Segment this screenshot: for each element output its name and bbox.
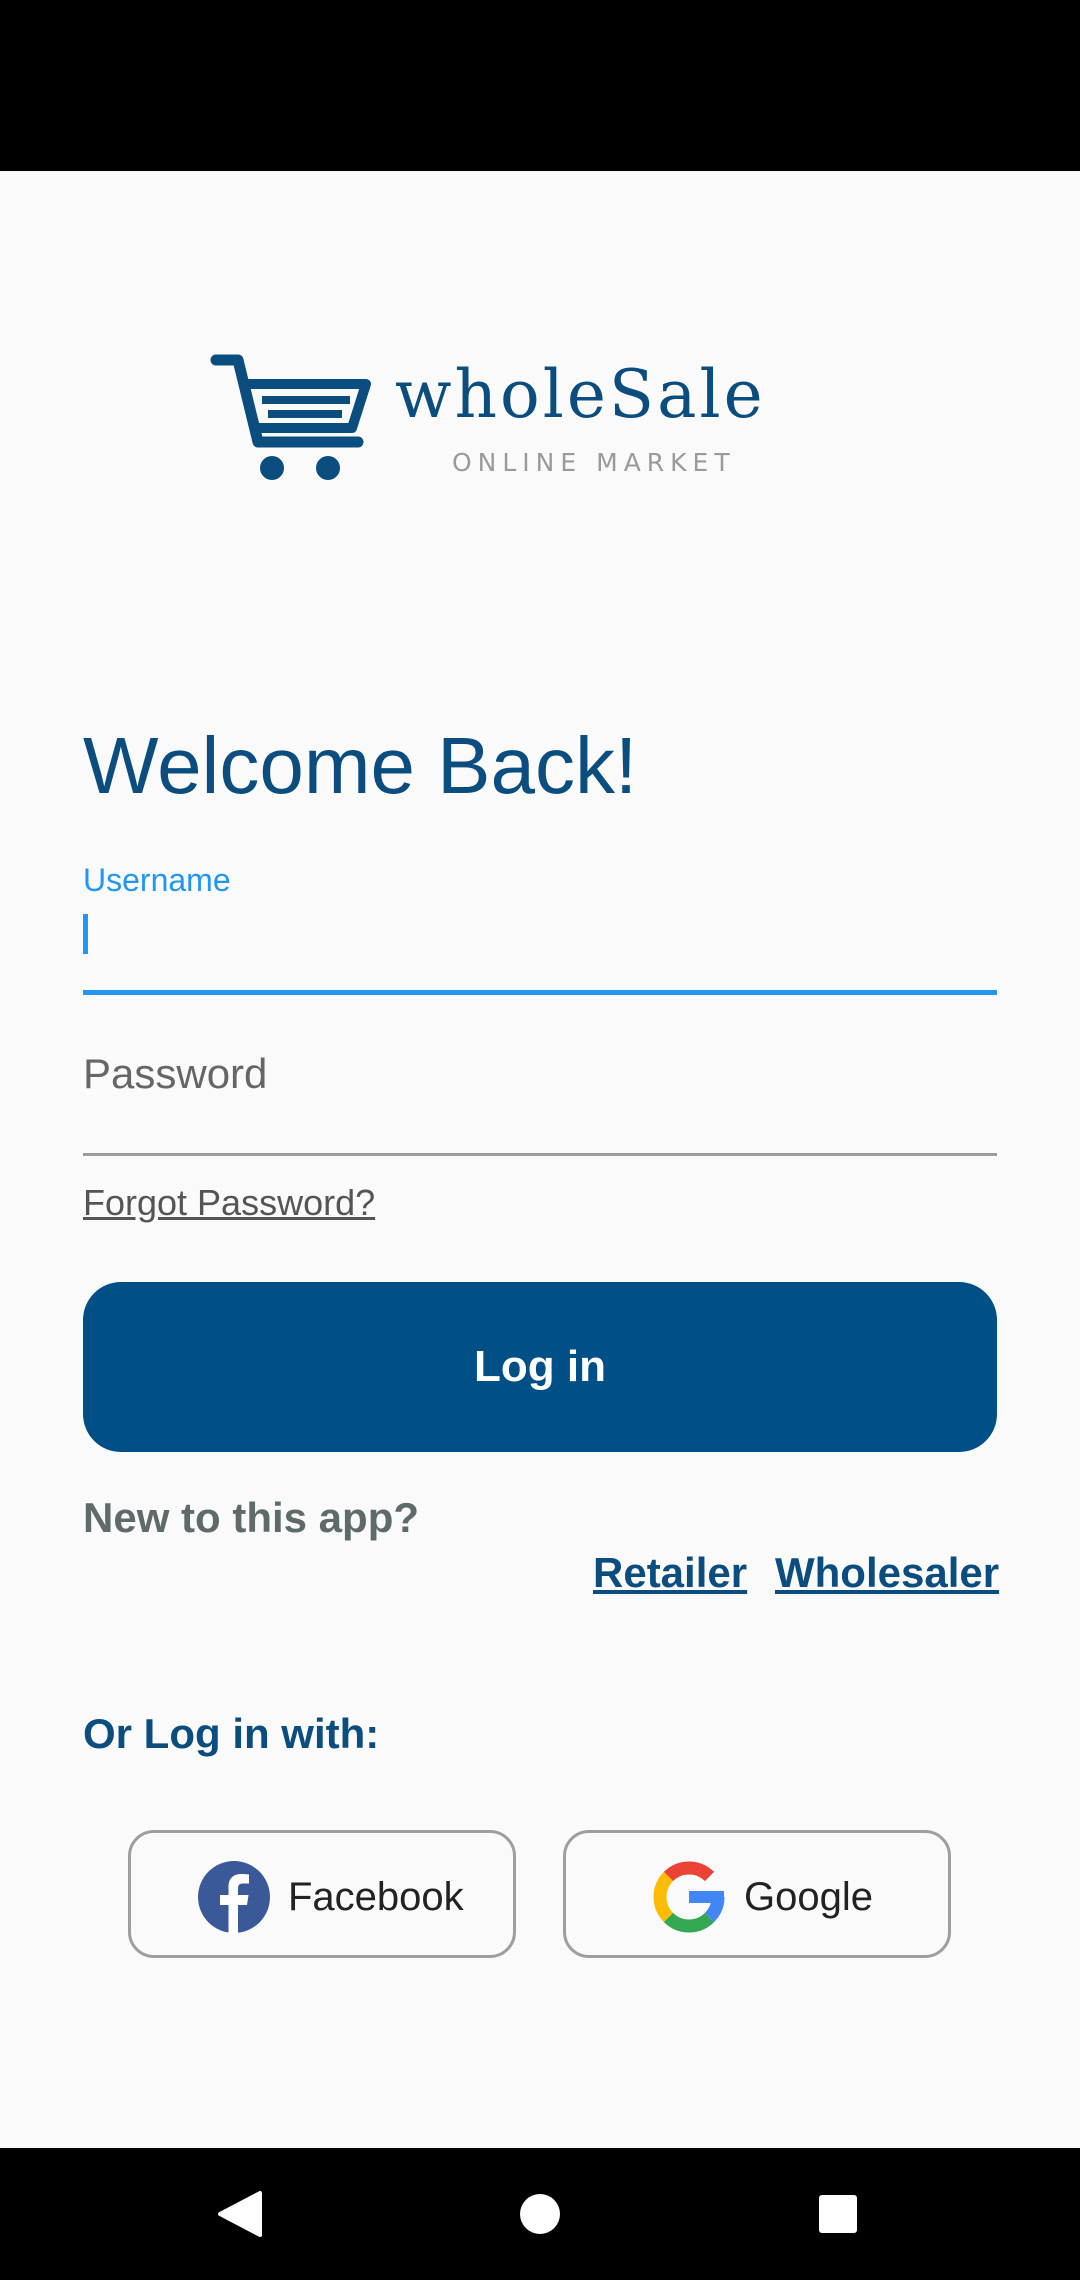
- google-icon: [653, 1861, 725, 1933]
- password-placeholder: Password: [83, 1050, 268, 1097]
- google-login-button[interactable]: Google: [563, 1830, 951, 1958]
- google-label: Google: [744, 1875, 873, 1919]
- page-title: Welcome Back!: [83, 721, 638, 810]
- back-triangle-icon: [218, 2191, 262, 2237]
- nav-home-button[interactable]: [480, 2148, 600, 2280]
- app-logo: wholeSale ONLINE MARKET: [210, 350, 810, 490]
- recent-square-icon: [819, 2195, 857, 2233]
- wholesaler-signup-link[interactable]: Wholesaler: [775, 1549, 999, 1597]
- text-cursor: [83, 914, 88, 954]
- username-label: Username: [83, 862, 231, 898]
- facebook-icon: [198, 1861, 270, 1933]
- facebook-label: Facebook: [288, 1875, 464, 1919]
- facebook-login-button[interactable]: Facebook: [128, 1830, 516, 1958]
- logo-wordmark: wholeSale: [395, 356, 766, 433]
- retailer-signup-link[interactable]: Retailer: [593, 1549, 747, 1597]
- username-input[interactable]: [83, 905, 997, 995]
- system-navigation-bar: [0, 2148, 1080, 2280]
- logo-tagline: ONLINE MARKET: [452, 448, 736, 477]
- social-login-heading: Or Log in with:: [83, 1710, 380, 1757]
- signup-prompt: New to this app?: [83, 1494, 419, 1541]
- password-input[interactable]: Password: [83, 1040, 997, 1156]
- login-button[interactable]: Log in: [83, 1282, 997, 1452]
- nav-back-button[interactable]: [180, 2148, 300, 2280]
- shopping-cart-icon: [210, 354, 371, 480]
- status-bar: [0, 0, 1080, 171]
- nav-recents-button[interactable]: [778, 2148, 898, 2280]
- forgot-password-link[interactable]: Forgot Password?: [83, 1182, 375, 1224]
- home-circle-icon: [520, 2194, 560, 2234]
